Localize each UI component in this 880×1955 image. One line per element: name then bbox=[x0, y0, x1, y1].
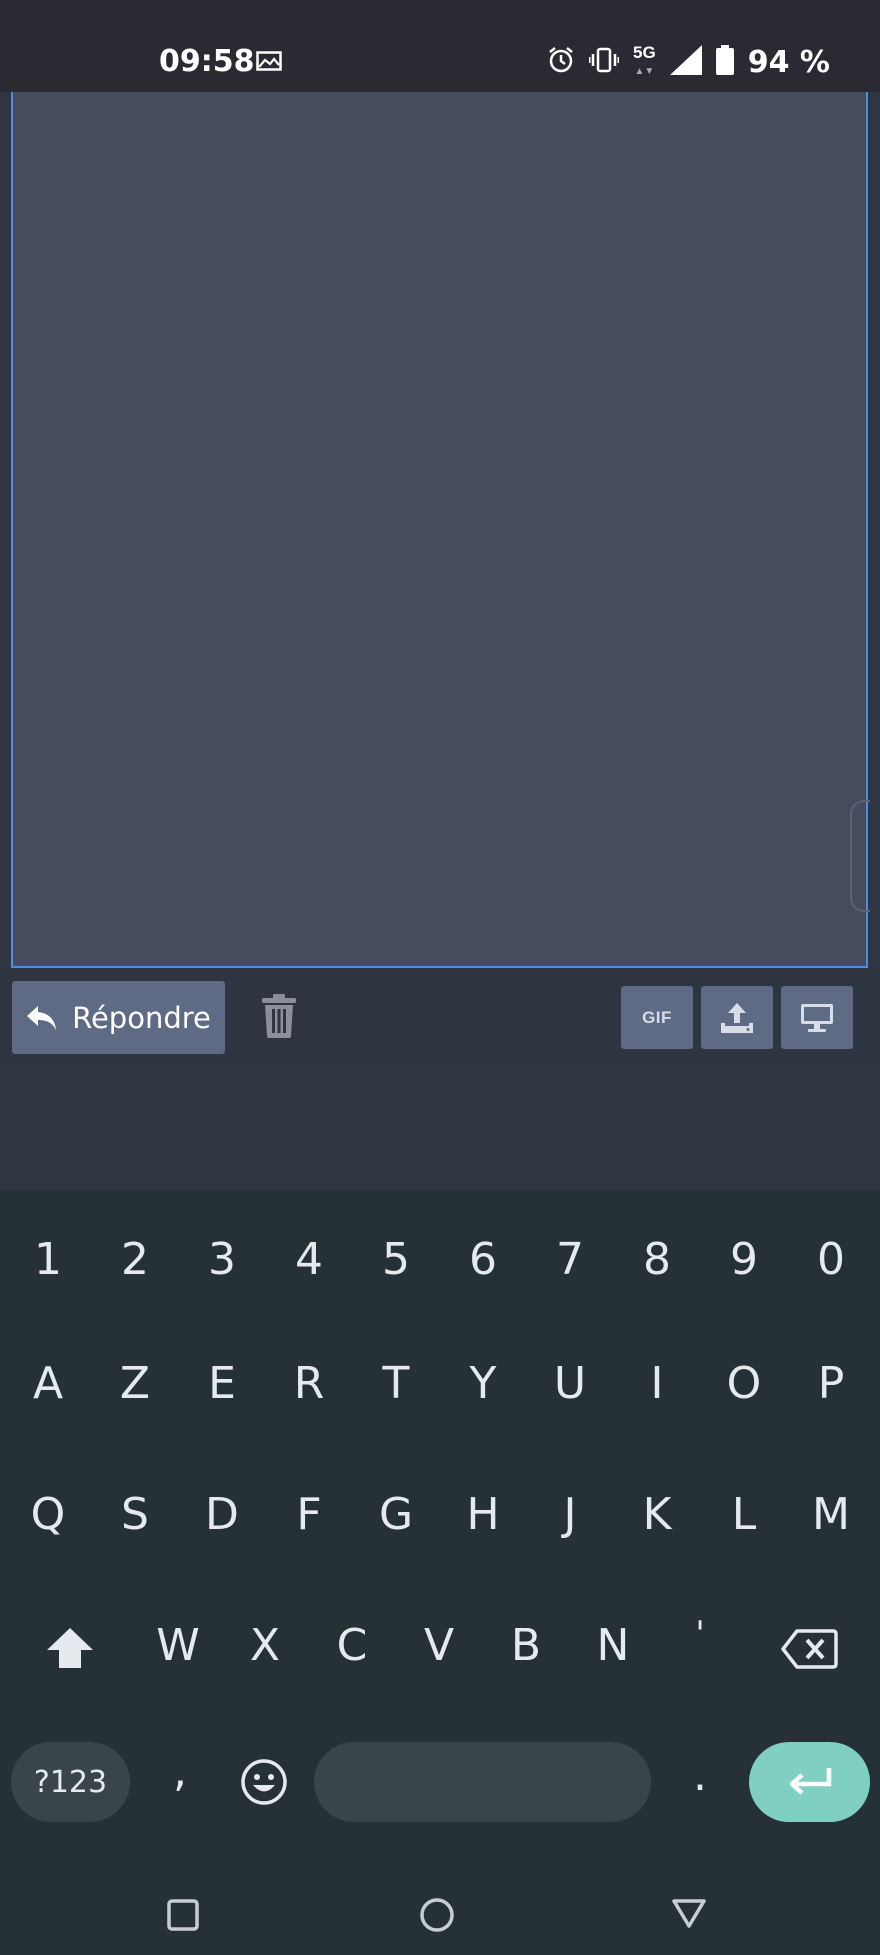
trash-icon[interactable] bbox=[261, 994, 297, 1043]
key-6[interactable]: 6 bbox=[453, 1234, 513, 1285]
gif-button-label: GIF bbox=[642, 1007, 672, 1027]
status-icons: 5G ▲▼ 94 % bbox=[533, 44, 830, 80]
key-q[interactable]: Q bbox=[18, 1489, 78, 1540]
key-v[interactable]: V bbox=[409, 1620, 469, 1671]
status-bar: 09:58 5G ▲▼ 94 % bbox=[0, 0, 880, 92]
desktop-icon bbox=[801, 1003, 833, 1032]
network-type: 5G ▲▼ bbox=[633, 42, 656, 77]
gallery-icon bbox=[256, 51, 282, 76]
shift-icon[interactable] bbox=[45, 1626, 95, 1675]
screen: 09:58 5G ▲▼ 94 % Répondre GIF 1 2 3 4 5 … bbox=[0, 0, 880, 1955]
symbols-key-label: ?123 bbox=[33, 1764, 108, 1800]
key-7[interactable]: 7 bbox=[540, 1234, 600, 1285]
reply-icon bbox=[27, 1005, 57, 1030]
upload-button[interactable] bbox=[701, 986, 773, 1049]
navigation-bar bbox=[0, 1865, 880, 1955]
key-e[interactable]: E bbox=[192, 1358, 252, 1409]
key-4[interactable]: 4 bbox=[279, 1234, 339, 1285]
key-period[interactable]: . bbox=[670, 1750, 730, 1801]
resize-handle[interactable] bbox=[850, 800, 870, 912]
key-y[interactable]: Y bbox=[453, 1358, 513, 1409]
key-u[interactable]: U bbox=[540, 1358, 600, 1409]
back-icon[interactable] bbox=[671, 1897, 707, 1934]
space-key[interactable] bbox=[314, 1742, 651, 1822]
key-p[interactable]: P bbox=[801, 1358, 861, 1409]
alarm-icon bbox=[547, 46, 575, 79]
key-w[interactable]: W bbox=[148, 1620, 208, 1671]
recents-icon[interactable] bbox=[167, 1899, 199, 1936]
key-k[interactable]: K bbox=[627, 1489, 687, 1540]
key-2[interactable]: 2 bbox=[105, 1234, 165, 1285]
key-d[interactable]: D bbox=[192, 1489, 252, 1540]
enter-icon bbox=[789, 1768, 831, 1795]
key-5[interactable]: 5 bbox=[366, 1234, 426, 1285]
key-l[interactable]: L bbox=[714, 1489, 774, 1540]
key-1[interactable]: 1 bbox=[18, 1234, 78, 1285]
composer-toolbar: Répondre GIF bbox=[0, 968, 880, 1068]
key-h[interactable]: H bbox=[453, 1489, 513, 1540]
key-s[interactable]: S bbox=[105, 1489, 165, 1540]
symbols-key[interactable]: ?123 bbox=[11, 1742, 130, 1822]
key-n[interactable]: N bbox=[583, 1620, 643, 1671]
emoji-icon[interactable] bbox=[240, 1758, 288, 1811]
key-comma[interactable]: , bbox=[150, 1746, 210, 1797]
key-j[interactable]: J bbox=[540, 1489, 600, 1540]
key-3[interactable]: 3 bbox=[192, 1234, 252, 1285]
backspace-icon[interactable] bbox=[780, 1628, 838, 1675]
key-r[interactable]: R bbox=[279, 1358, 339, 1409]
preview-button[interactable] bbox=[781, 986, 853, 1049]
home-icon[interactable] bbox=[419, 1897, 455, 1938]
battery-icon bbox=[715, 44, 734, 80]
key-8[interactable]: 8 bbox=[627, 1234, 687, 1285]
gif-button[interactable]: GIF bbox=[621, 986, 693, 1049]
key-i[interactable]: I bbox=[627, 1358, 687, 1409]
key-a[interactable]: A bbox=[18, 1358, 78, 1409]
status-time: 09:58 bbox=[159, 44, 255, 79]
content-spacer bbox=[0, 1068, 880, 1190]
key-9[interactable]: 9 bbox=[714, 1234, 774, 1285]
enter-key[interactable] bbox=[749, 1742, 870, 1822]
key-m[interactable]: M bbox=[801, 1489, 861, 1540]
key-t[interactable]: T bbox=[366, 1358, 426, 1409]
signal-icon bbox=[669, 44, 702, 80]
vibrate-icon bbox=[588, 47, 620, 78]
key-o[interactable]: O bbox=[714, 1358, 774, 1409]
key-0[interactable]: 0 bbox=[801, 1234, 861, 1285]
key-b[interactable]: B bbox=[496, 1620, 556, 1671]
message-textarea[interactable] bbox=[11, 92, 870, 968]
key-g[interactable]: G bbox=[366, 1489, 426, 1540]
reply-button-label: Répondre bbox=[72, 1000, 211, 1035]
key-apostrophe[interactable]: ' bbox=[670, 1614, 730, 1654]
key-x[interactable]: X bbox=[235, 1620, 295, 1671]
key-c[interactable]: C bbox=[322, 1620, 382, 1671]
reply-button[interactable]: Répondre bbox=[12, 981, 225, 1054]
upload-icon bbox=[721, 1002, 753, 1033]
soft-keyboard: 1 2 3 4 5 6 7 8 9 0 A Z E R T Y U I O P … bbox=[0, 1190, 880, 1865]
battery-level: 94 % bbox=[747, 44, 830, 80]
key-f[interactable]: F bbox=[279, 1489, 339, 1540]
key-z[interactable]: Z bbox=[105, 1358, 165, 1409]
